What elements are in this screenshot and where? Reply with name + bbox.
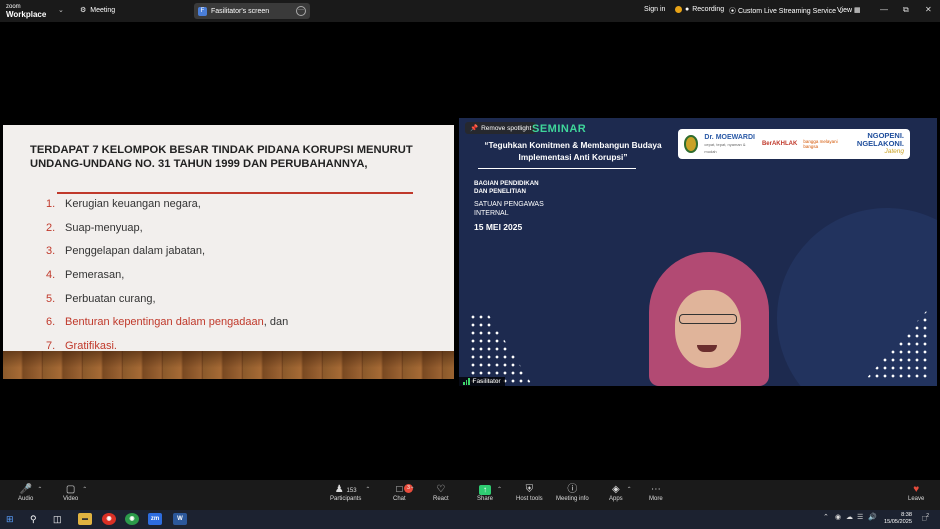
apps-options-caret[interactable]: ⌃	[627, 486, 632, 493]
shared-slide: TERDAPAT 7 KELOMPOK BESAR TINDAK PIDANA …	[3, 125, 454, 379]
shared-screen-label: Fasilitator's screen	[211, 7, 270, 15]
leave-button[interactable]: ♥ Leave	[908, 484, 924, 502]
notification-icon[interactable]: □2	[922, 513, 929, 522]
seminar-heading: SEMINAR	[532, 123, 587, 135]
onedrive-icon[interactable]: ☁	[846, 513, 853, 521]
notification-count: 2	[926, 513, 930, 519]
close-button[interactable]: ✕	[925, 5, 932, 14]
audio-button[interactable]: 🎤 Audio ⌃	[18, 484, 42, 502]
unit-label: SATUAN PENGAWAS INTERNAL	[474, 201, 544, 217]
meeting-menu[interactable]: ⚙ Meeting	[80, 6, 115, 15]
seminar-date: 15 MEI 2025	[474, 222, 523, 232]
host-tools-button[interactable]: ⛨ Host tools	[516, 484, 543, 502]
volume-icon[interactable]: 🔊	[868, 513, 877, 521]
apps-button[interactable]: ◈ Apps ⌃	[609, 484, 632, 502]
zoom-logo: zoom Workplace	[6, 4, 47, 19]
bangga-logo: bangga melayani bangsa	[803, 139, 838, 149]
participants-button[interactable]: ♟ 153 Participants ⌃	[330, 484, 370, 502]
task-view-icon[interactable]: ◫	[53, 513, 62, 526]
video-camera-icon: ▢	[65, 484, 76, 495]
chrome-profile-icon[interactable]: ◉	[125, 513, 139, 525]
list-item: 4. Pemerasan,	[46, 269, 125, 282]
chevron-down-icon[interactable]: ⌄	[58, 6, 64, 14]
chat-options-caret[interactable]: ⌃	[410, 486, 415, 493]
video-options-caret[interactable]: ⌃	[82, 486, 87, 493]
speaker-face	[675, 290, 741, 368]
leave-icon: ♥	[913, 484, 920, 495]
list-item: 6. Benturan kepentingan dalam pengadaan, …	[46, 316, 289, 329]
speaker-video-tile[interactable]: 📌 Remove spotlight SEMINAR “Teguhkan Kom…	[459, 118, 937, 386]
apps-icon: ◈	[611, 484, 620, 495]
grid-icon: ▦	[854, 7, 861, 14]
maximize-button[interactable]: ⧉	[903, 5, 909, 15]
theme-divider	[478, 168, 636, 169]
people-icon: ♟	[334, 484, 344, 495]
more-icon: ⋯	[650, 484, 661, 495]
muted-mic-icon: 🎤	[19, 484, 32, 495]
word-icon[interactable]: W	[173, 513, 187, 525]
ngopeni-logo: NGOPENI. NGELAKONI. Jateng	[856, 131, 904, 156]
shield-icon: ⛨	[525, 484, 534, 495]
speaker-video	[631, 252, 793, 386]
meeting-toolbar: 🎤 Audio ⌃ ▢ Video ⌃ ♟ 153 Participants ⌃…	[0, 480, 940, 510]
more-options-icon[interactable]: ···	[296, 6, 306, 16]
list-item: 2. Suap-menyuap,	[46, 221, 143, 234]
remove-spotlight-button[interactable]: 📌 Remove spotlight	[465, 122, 537, 134]
shield-icon	[675, 6, 682, 13]
view-menu[interactable]: View ▦	[837, 6, 861, 14]
slide-title: TERDAPAT 7 KELOMPOK BESAR TINDAK PIDANA …	[30, 144, 413, 170]
shared-screen-selector[interactable]: F Fasilitator's screen ···	[194, 3, 310, 19]
gear-icon: ⚙	[80, 7, 87, 14]
hospital-logo: Dr. MOEWARDI cepat, tepat, nyaman & mudah	[704, 133, 755, 154]
windows-start-icon[interactable]: ⊞	[6, 513, 14, 526]
audio-level-icon	[463, 378, 470, 385]
search-icon[interactable]: ⚲	[30, 513, 37, 526]
zoom-tray-icon[interactable]: ◉	[835, 513, 841, 521]
speaker-glasses	[679, 314, 737, 324]
audio-options-caret[interactable]: ⌃	[37, 486, 42, 493]
record-icon: ●	[685, 6, 690, 13]
zoom-taskbar-icon[interactable]: zm	[148, 513, 162, 525]
share-button[interactable]: ↑ Share ⌃	[477, 484, 502, 502]
corruption-list: 1. Kerugian keuangan negara, 2. Suap-menyu…	[46, 193, 288, 359]
share-options-caret[interactable]: ⌃	[497, 486, 502, 493]
meeting-info-button[interactable]: ⓘ Meeting info	[556, 484, 589, 502]
provincial-seal-icon	[684, 135, 699, 153]
pin-icon: 📌	[470, 125, 479, 132]
seminar-theme: “Teguhkan Komitmen & Membangun Budaya Im…	[484, 140, 662, 162]
sponsor-banner: Dr. MOEWARDI cepat, tepat, nyaman & mudah…	[678, 129, 910, 159]
dot-pattern-left	[469, 313, 531, 383]
list-item: 3. Penggelapan dalam jabatan,	[46, 245, 206, 258]
recording-indicator[interactable]: ● Recording	[675, 6, 724, 13]
more-button[interactable]: ⋯ More	[649, 484, 663, 502]
wifi-icon[interactable]: ☰	[857, 513, 863, 521]
system-clock[interactable]: 8:38 15/05/2025	[884, 512, 912, 526]
windows-taskbar: ⊞ ⚲ ◫ ▬ ◉ ◉ zm W ⌃ ◉ ☁ ☰ 🔊 8:38 15/05/20…	[0, 510, 940, 529]
heart-icon: ♡	[436, 484, 446, 495]
chrome-icon[interactable]: ◉	[102, 513, 116, 525]
wood-floor-decoration	[3, 351, 454, 379]
list-item: 1. Kerugian keuangan negara,	[46, 198, 201, 210]
title-bar: zoom Workplace ⌄ ⚙ Meeting F Fasilitator…	[0, 0, 940, 22]
file-explorer-icon[interactable]: ▬	[78, 513, 92, 525]
minimize-button[interactable]: —	[880, 5, 888, 14]
participants-options-caret[interactable]: ⌃	[365, 486, 370, 493]
tray-overflow-icon[interactable]: ⌃	[823, 513, 829, 521]
info-icon: ⓘ	[567, 484, 578, 495]
video-button[interactable]: ▢ Video ⌃	[63, 484, 87, 502]
berakhlak-logo: BerAKHLAK	[761, 141, 798, 147]
broadcast-icon: ⦿	[729, 8, 736, 15]
list-item: 5. Perbuatan curang,	[46, 292, 156, 305]
react-button[interactable]: ♡ React	[433, 484, 449, 502]
department-label: BAGIAN PENDIDIKAN DAN PENELITIAN	[474, 180, 539, 195]
share-screen-icon: ↑	[479, 485, 491, 495]
chat-button[interactable]: □ 3 Chat ⌃	[393, 484, 415, 502]
sign-in-button[interactable]: Sign in	[644, 6, 665, 13]
participant-name-tag: Fasilitator	[459, 377, 505, 386]
screen-avatar-icon: F	[198, 6, 207, 16]
live-streaming-menu[interactable]: ⦿ Custom Live Streaming Service ⌄	[729, 6, 844, 16]
